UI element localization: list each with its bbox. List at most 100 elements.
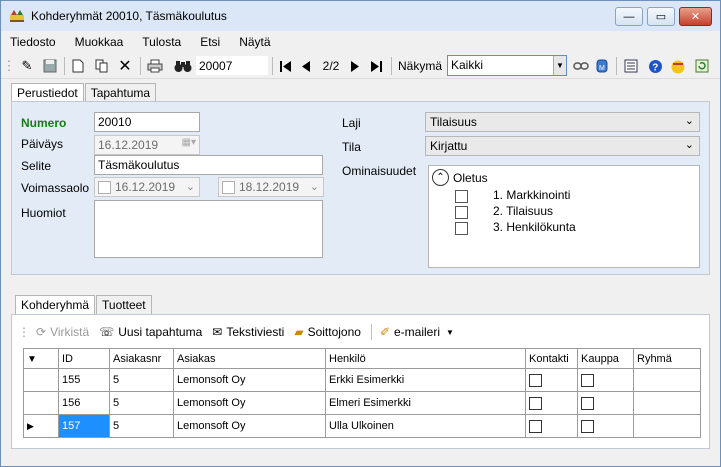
help-icon[interactable]: ? (646, 56, 664, 76)
view-select[interactable]: Kaikki ▼ (447, 55, 567, 76)
table-row[interactable]: 156 5 Lemonsoft Oy Elmeri Esimerkki (23, 391, 701, 415)
email-button[interactable]: ✐ e-maileri ▼ (380, 325, 454, 339)
laji-select[interactable]: Tilaisuus ⌄ (425, 112, 700, 132)
row-selector[interactable]: ▶ (23, 414, 59, 438)
chevron-down-icon[interactable]: ▼ (553, 56, 566, 75)
cell-id[interactable]: 155 (58, 368, 110, 392)
voimassaolo-start-checkbox[interactable] (98, 181, 111, 194)
database-icon[interactable]: M (594, 56, 610, 76)
copy-icon[interactable] (93, 56, 111, 76)
voimassaolo-end-field[interactable]: 18.12.2019 ⌄ (218, 177, 324, 197)
voimassaolo-end-checkbox[interactable] (222, 181, 235, 194)
cell-asiakasnr[interactable]: 5 (109, 368, 174, 392)
chevron-down-icon[interactable]: ⌄ (685, 114, 694, 127)
previous-record-icon[interactable] (299, 56, 313, 76)
filter-icon[interactable]: ▼ (27, 354, 37, 365)
kauppa-checkbox[interactable] (581, 396, 594, 410)
maximize-button[interactable]: ▭ (647, 7, 675, 26)
last-record-icon[interactable] (368, 56, 384, 76)
menu-tulosta[interactable]: Tulosta (142, 35, 181, 49)
cell-asiakas[interactable]: Lemonsoft Oy (173, 414, 326, 438)
cell-asiakas[interactable]: Lemonsoft Oy (173, 368, 326, 392)
print-icon[interactable] (146, 56, 164, 76)
cell-kontakti[interactable] (525, 414, 578, 438)
menu-tiedosto[interactable]: Tiedosto (10, 35, 56, 49)
kontakti-checkbox[interactable] (529, 419, 542, 433)
kontakti-checkbox[interactable] (529, 373, 542, 387)
collapse-icon[interactable]: ⌃ (432, 169, 449, 186)
refresh-button[interactable]: ⟳ Virkistä (36, 325, 89, 339)
kauppa-checkbox[interactable] (581, 419, 594, 433)
cell-kauppa[interactable] (577, 414, 634, 438)
edit-icon[interactable]: ✎ (18, 56, 36, 76)
calendar-icon[interactable]: ▦▾ (182, 137, 196, 148)
grid-header-ryhma[interactable]: Ryhmä (633, 348, 701, 369)
tab-kohderyhma[interactable]: Kohderyhmä (15, 295, 96, 315)
grid-filter-header[interactable]: ▼ (23, 348, 59, 369)
cell-henkilo[interactable]: Elmeri Esimerkki (325, 391, 526, 415)
paivays-field[interactable]: 16.12.2019 ▦▾ (94, 135, 200, 155)
huomiot-textarea[interactable] (94, 200, 323, 258)
tab-tuotteet[interactable]: Tuotteet (96, 295, 152, 314)
call-queue-button[interactable]: ▰ Soittojono (294, 325, 361, 339)
grid-header-id[interactable]: ID (58, 348, 110, 369)
chevron-down-icon[interactable]: ⌄ (685, 138, 694, 151)
markkinointi-checkbox[interactable] (455, 190, 468, 203)
minimize-button[interactable]: — (615, 7, 643, 26)
cell-kontakti[interactable] (525, 391, 578, 415)
kontakti-checkbox[interactable] (529, 396, 542, 410)
sms-button[interactable]: ✉ Tekstiviesti (212, 325, 284, 339)
cell-kauppa[interactable] (577, 368, 634, 392)
grid-header-kauppa[interactable]: Kauppa (577, 348, 634, 369)
menu-muokkaa[interactable]: Muokkaa (75, 35, 124, 49)
grid-header-asiakas[interactable]: Asiakas (173, 348, 326, 369)
row-selector[interactable] (23, 368, 59, 392)
cell-ryhma[interactable] (633, 391, 701, 415)
tilaisuus-checkbox[interactable] (455, 206, 468, 219)
table-row[interactable]: 155 5 Lemonsoft Oy Erkki Esimerkki (23, 368, 701, 392)
cell-asiakas[interactable]: Lemonsoft Oy (173, 391, 326, 415)
cell-ryhma[interactable] (633, 368, 701, 392)
grid-header-henkilo[interactable]: Henkilö (325, 348, 526, 369)
save-icon[interactable] (41, 56, 59, 76)
first-record-icon[interactable] (277, 56, 293, 76)
binoculars-icon[interactable] (173, 56, 193, 76)
cell-kauppa[interactable] (577, 391, 634, 415)
new-event-button[interactable]: ☏ Uusi tapahtuma (99, 325, 202, 339)
grid-header-kontakti[interactable]: Kontakti (525, 348, 578, 369)
refresh-icon[interactable] (693, 56, 711, 76)
search-input[interactable] (195, 55, 269, 76)
numero-field[interactable] (94, 112, 200, 132)
sms-icon: ✉ (212, 325, 223, 339)
menu-etsi[interactable]: Etsi (200, 35, 220, 49)
tila-select[interactable]: Kirjattu ⌄ (425, 136, 700, 156)
close-button[interactable]: ✕ (679, 7, 712, 26)
cell-kontakti[interactable] (525, 368, 578, 392)
table-row[interactable]: ▶ 157 5 Lemonsoft Oy Ulla Ulkoinen (23, 414, 701, 438)
menu-nayta[interactable]: Näytä (239, 35, 270, 49)
next-record-icon[interactable] (348, 56, 362, 76)
delete-icon[interactable]: ✕ (116, 56, 134, 76)
cell-asiakasnr[interactable]: 5 (109, 414, 174, 438)
chevron-down-icon[interactable]: ⌄ (186, 180, 195, 193)
cell-henkilo[interactable]: Erkki Esimerkki (325, 368, 526, 392)
minimize-icon: — (623, 10, 635, 23)
list-view-icon[interactable] (622, 56, 640, 76)
new-document-icon[interactable] (69, 56, 87, 76)
selite-field[interactable] (94, 155, 323, 175)
row-selector[interactable] (23, 391, 59, 415)
cell-id[interactable]: 157 (58, 414, 110, 438)
user-icon[interactable] (669, 56, 687, 76)
cell-asiakasnr[interactable]: 5 (109, 391, 174, 415)
chevron-down-icon[interactable]: ⌄ (310, 180, 319, 193)
voimassaolo-start-field[interactable]: 16.12.2019 ⌄ (94, 177, 200, 197)
tab-perustiedot[interactable]: Perustiedot (11, 83, 84, 103)
link-icon[interactable] (572, 56, 590, 76)
cell-ryhma[interactable] (633, 414, 701, 438)
tab-tapahtuma[interactable]: Tapahtuma (84, 83, 157, 102)
kauppa-checkbox[interactable] (581, 373, 594, 387)
cell-id[interactable]: 156 (58, 391, 110, 415)
henkilokunta-checkbox[interactable] (455, 222, 468, 235)
grid-header-asiakasnr[interactable]: Asiakasnr (109, 348, 174, 369)
cell-henkilo[interactable]: Ulla Ulkoinen (325, 414, 526, 438)
